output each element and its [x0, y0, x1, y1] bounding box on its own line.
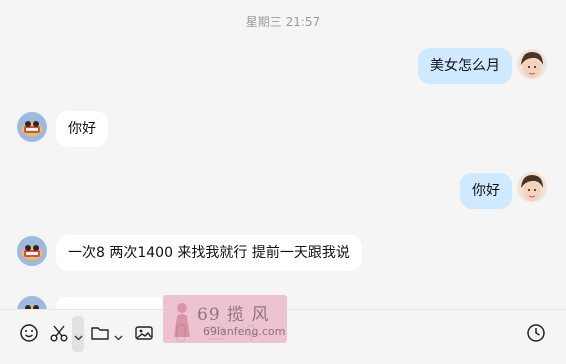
watermark-title: 69 揽 风: [197, 305, 270, 325]
avatar-self[interactable]: [517, 172, 547, 202]
image-icon[interactable]: [133, 322, 155, 344]
watermark-url: 69lanfeng.com: [203, 325, 286, 338]
message-bubble-incoming[interactable]: 一次8 两次1400 来找我就行 提前一天跟我说: [56, 235, 362, 271]
chat-timestamp: 星期三 21:57: [245, 15, 321, 29]
message-bubble-outgoing[interactable]: 美女怎么月: [418, 48, 512, 84]
chevron-down-icon[interactable]: [74, 327, 83, 346]
watermark-overlay: 69 揽 风 69lanfeng.com: [163, 295, 287, 343]
avatar-contact[interactable]: [17, 236, 47, 266]
avatar-self[interactable]: [517, 49, 547, 79]
message-bubble-incoming[interactable]: 你好: [56, 111, 108, 147]
message-bubble-outgoing[interactable]: 你好: [460, 173, 512, 209]
scissors-icon[interactable]: [48, 322, 70, 344]
clock-icon[interactable]: [525, 322, 547, 344]
avatar-contact[interactable]: [17, 112, 47, 142]
folder-icon[interactable]: [89, 322, 111, 344]
watermark-figure-icon: [169, 301, 195, 343]
emoji-icon[interactable]: [18, 322, 40, 344]
chevron-down-icon[interactable]: [114, 327, 123, 346]
